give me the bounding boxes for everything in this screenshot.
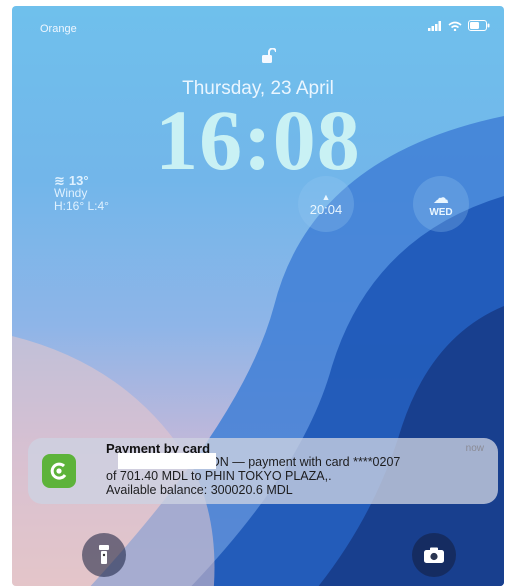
signal-icon: [428, 20, 441, 31]
bank-app-icon: [42, 454, 76, 488]
payment-notification[interactable]: Payment by card now ON — payment with ca…: [28, 438, 498, 504]
wifi-icon: [448, 21, 462, 31]
weather-widget[interactable]: ≋ 13° Windy H:16° L:4°: [54, 174, 109, 213]
camera-button[interactable]: [412, 533, 456, 577]
lock-screen: Orange Thursday, 23 April 16:08 ≋ 13° Wi…: [12, 6, 504, 586]
notification-line-3: Available balance: 300020.6 MDL: [106, 483, 293, 497]
flashlight-icon: [99, 545, 109, 564]
weather-high-low: H:16° L:4°: [54, 199, 109, 213]
cloud-rain-icon: ☁: [433, 189, 449, 207]
bank-logo-icon: [50, 462, 67, 480]
battery-icon: [468, 20, 490, 31]
status-icons: [428, 20, 490, 31]
notification-time: now: [465, 443, 484, 454]
sunset-time: 20:04: [309, 201, 343, 217]
flashlight-button[interactable]: [82, 533, 126, 577]
camera-icon: [424, 547, 444, 563]
notification-line-2: of 701.40 MDL to PHIN TOKYO PLAZA,.: [106, 469, 332, 483]
sunset-widget[interactable]: ▲ 20:04: [298, 176, 354, 232]
unlock-icon: [262, 48, 276, 63]
redaction-box: [118, 453, 216, 469]
forecast-widget[interactable]: ☁ WED: [413, 176, 469, 232]
sunset-icon: ▲: [321, 191, 331, 202]
carrier-label: Orange: [40, 23, 77, 35]
forecast-day: WED: [429, 206, 453, 218]
